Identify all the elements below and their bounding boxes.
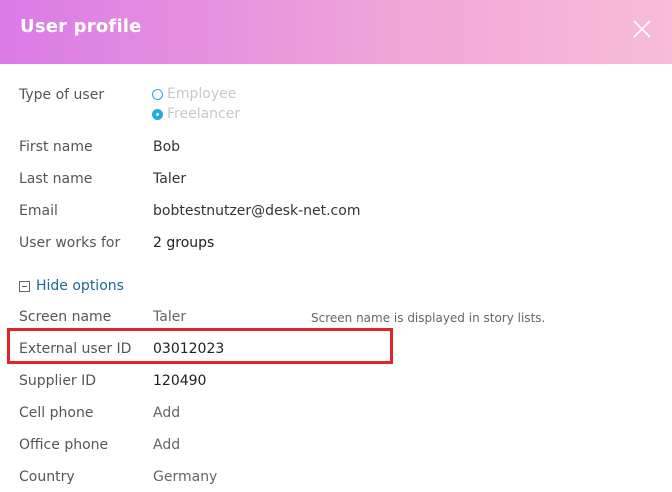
- first-name-value[interactable]: Bob: [153, 137, 180, 157]
- close-icon[interactable]: [630, 17, 654, 41]
- dialog-title: User profile: [20, 16, 142, 37]
- cell-phone-row: Cell phone Add: [0, 403, 672, 427]
- email-value[interactable]: bobtestnutzer@desk-net.com: [153, 201, 360, 221]
- type-of-user-label: Type of user: [19, 87, 105, 103]
- works-for-value[interactable]: 2 groups: [153, 233, 214, 253]
- type-of-user-row: Type of user: [0, 85, 672, 109]
- office-phone-row: Office phone Add: [0, 435, 672, 459]
- cell-phone-label: Cell phone: [19, 405, 94, 421]
- highlight-box: [7, 328, 393, 364]
- last-name-label: Last name: [19, 171, 93, 187]
- country-label: Country: [19, 469, 75, 485]
- first-name-label: First name: [19, 139, 93, 155]
- radio-freelancer-label: Freelancer: [167, 106, 241, 122]
- country-value[interactable]: Germany: [153, 467, 217, 487]
- office-phone-add-link[interactable]: Add: [153, 435, 180, 455]
- radio-unchecked-icon: [152, 88, 163, 100]
- collapse-icon: [19, 280, 30, 292]
- dialog-header: User profile: [0, 0, 672, 64]
- supplier-id-label: Supplier ID: [19, 373, 97, 389]
- radio-employee[interactable]: Employee: [152, 84, 236, 104]
- screen-name-value[interactable]: Taler: [153, 307, 186, 327]
- hide-options-label: Hide options: [36, 278, 124, 294]
- supplier-id-row: Supplier ID 120490: [0, 371, 672, 395]
- email-label: Email: [19, 203, 58, 219]
- screen-name-label: Screen name: [19, 309, 112, 325]
- supplier-id-value[interactable]: 120490: [153, 371, 206, 391]
- works-for-row: User works for 2 groups: [0, 233, 672, 257]
- screen-name-hint: Screen name is displayed in story lists.: [311, 311, 546, 325]
- hide-options-toggle[interactable]: Hide options: [19, 276, 124, 296]
- radio-employee-label: Employee: [167, 86, 237, 102]
- office-phone-label: Office phone: [19, 437, 109, 453]
- email-row: Email bobtestnutzer@desk-net.com: [0, 201, 672, 225]
- works-for-label: User works for: [19, 235, 121, 251]
- radio-freelancer[interactable]: Freelancer: [152, 104, 240, 124]
- last-name-value[interactable]: Taler: [153, 169, 186, 189]
- last-name-row: Last name Taler: [0, 169, 672, 193]
- country-row: Country Germany: [0, 467, 672, 491]
- first-name-row: First name Bob: [0, 137, 672, 161]
- cell-phone-add-link[interactable]: Add: [153, 403, 180, 423]
- radio-checked-icon: [152, 108, 163, 120]
